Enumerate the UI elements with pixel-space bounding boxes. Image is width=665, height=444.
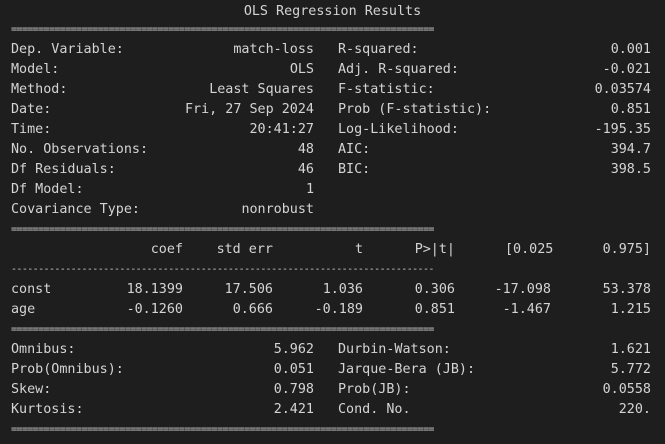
diagnostic-value: 5.962: [273, 342, 314, 357]
summary-value: -0.021: [602, 62, 651, 77]
column-header: P>|t|: [414, 242, 455, 257]
table-cell: 0.306: [414, 282, 455, 297]
diagnostic-value: 1.621: [610, 342, 651, 357]
diagnostic-row: Kurtosis: 2.421 Cond. No. 220.: [0, 400, 665, 420]
summary-label: Time:: [11, 122, 52, 137]
summary-row: No. Observations: 48 AIC: 394.7: [0, 140, 665, 160]
summary-row: Method: Least Squares F-statistic: 0.035…: [0, 80, 665, 100]
double-separator: ========================================…: [11, 226, 434, 234]
summary-row: Df Model: 1: [0, 180, 665, 200]
summary-value: 20:41:27: [249, 122, 315, 137]
variable-name: age: [11, 302, 36, 317]
summary-label: Df Residuals:: [11, 162, 116, 177]
summary-row: Time: 20:41:27 Log-Likelihood: -195.35: [0, 120, 665, 140]
summary-value: Fri, 27 Sep 2024: [185, 102, 314, 117]
summary-value: 0.851: [610, 102, 651, 117]
summary-value: 46: [297, 162, 314, 177]
summary-value: OLS: [289, 62, 314, 77]
table-cell: -0.1260: [126, 302, 183, 317]
diagnostic-label: Kurtosis:: [11, 402, 84, 417]
summary-value: 48: [297, 142, 314, 157]
summary-row: Dep. Variable: match-loss R-squared: 0.0…: [0, 40, 665, 60]
summary-label: Covariance Type:: [11, 202, 140, 217]
column-header: 0.975]: [602, 242, 651, 257]
diagnostic-value: 0.798: [273, 382, 314, 397]
summary-row: Covariance Type: nonrobust: [0, 200, 665, 220]
summary-row: Date: Fri, 27 Sep 2024 Prob (F-statistic…: [0, 100, 665, 120]
double-separator: ========================================…: [11, 26, 434, 34]
diagnostic-label: Prob(Omnibus):: [11, 362, 124, 377]
summary-label: Date:: [11, 102, 52, 117]
column-header: coef: [150, 242, 183, 257]
coefficient-header-row: coef std err t P>|t| [0.025 0.975]: [0, 240, 665, 260]
summary-value: -195.35: [594, 122, 651, 137]
table-row: age -0.1260 0.666 -0.189 0.851 -1.467 1.…: [0, 300, 665, 320]
column-header: std err: [216, 242, 273, 257]
summary-value: 1: [305, 182, 314, 197]
diagnostic-label: Skew:: [11, 382, 52, 397]
table-cell: 0.851: [414, 302, 455, 317]
table-cell: 0.666: [232, 302, 273, 317]
summary-label: Df Model:: [11, 182, 84, 197]
terminal-output: OLS Regression Results =================…: [0, 0, 665, 444]
single-separator: ----------------------------------------…: [11, 266, 434, 274]
table-cell: -17.098: [494, 282, 551, 297]
table-cell: 53.378: [602, 282, 651, 297]
summary-value: Least Squares: [209, 82, 314, 97]
table-cell: 17.506: [224, 282, 273, 297]
diagnostic-value: 2.421: [273, 402, 314, 417]
table-cell: -1.467: [502, 302, 551, 317]
diagnostic-row: Prob(Omnibus): 0.051 Jarque-Bera (JB): 5…: [0, 360, 665, 380]
diagnostic-row: Skew: 0.798 Prob(JB): 0.0558: [0, 380, 665, 400]
double-separator: ========================================…: [11, 326, 434, 334]
summary-value: nonrobust: [241, 202, 314, 217]
summary-label: Method:: [11, 82, 68, 97]
diagnostic-value: 0.0558: [602, 382, 651, 397]
summary-value: 394.7: [610, 142, 651, 157]
diagnostic-value: 5.772: [610, 362, 651, 377]
table-cell: 18.1399: [126, 282, 183, 297]
diagnostic-label: Omnibus:: [11, 342, 76, 357]
diagnostic-value: 0.051: [273, 362, 314, 377]
table-row: const 18.1399 17.506 1.036 0.306 -17.098…: [0, 280, 665, 300]
column-header: t: [354, 242, 363, 257]
summary-label: Dep. Variable:: [11, 42, 124, 57]
double-separator: ========================================…: [11, 426, 434, 434]
summary-label: Model:: [11, 62, 60, 77]
summary-value: 398.5: [610, 162, 651, 177]
results-title: OLS Regression Results: [243, 4, 422, 19]
summary-row: Df Residuals: 46 BIC: 398.5: [0, 160, 665, 180]
table-cell: 1.036: [322, 282, 363, 297]
summary-label: No. Observations:: [11, 142, 149, 157]
table-cell: -0.189: [314, 302, 363, 317]
summary-row: Model: OLS Adj. R-squared: -0.021: [0, 60, 665, 80]
variable-name: const: [11, 282, 52, 297]
diagnostic-value: 220.: [618, 402, 651, 417]
summary-value: match-loss: [233, 42, 314, 57]
summary-value: 0.03574: [594, 82, 651, 97]
table-cell: 1.215: [610, 302, 651, 317]
summary-value: 0.001: [610, 42, 651, 57]
diagnostic-row: Omnibus: 5.962 Durbin-Watson: 1.621: [0, 340, 665, 360]
